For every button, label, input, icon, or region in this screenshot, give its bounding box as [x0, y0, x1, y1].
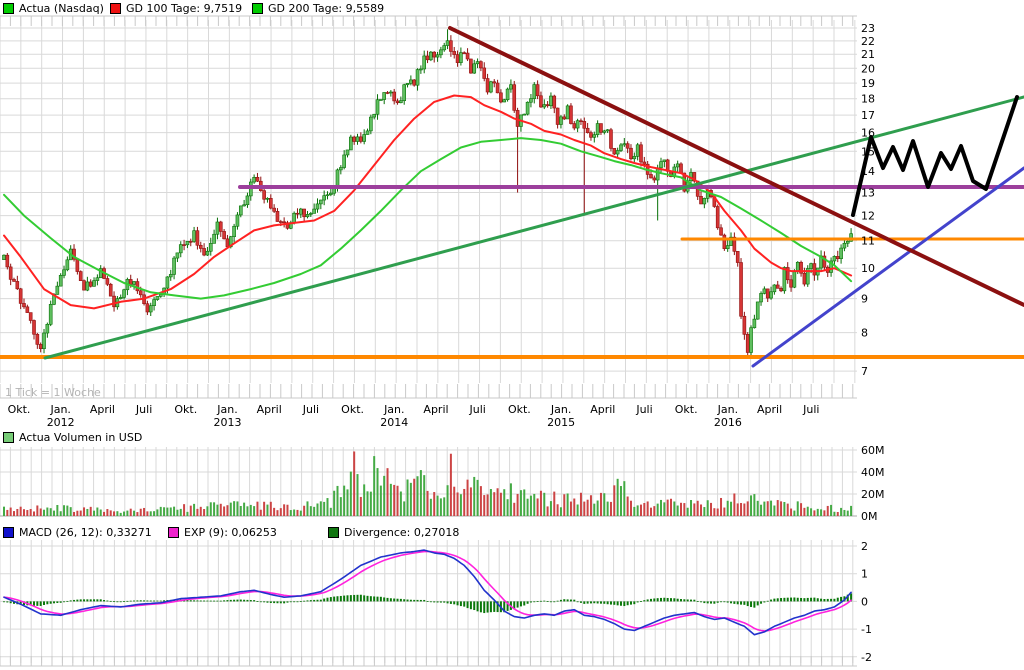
price-axis-label: 14: [861, 165, 875, 178]
time-axis-year-label: 2014: [380, 416, 408, 429]
time-axis-label: Juli: [802, 403, 819, 416]
price-axis-label: 20: [861, 62, 875, 75]
time-axis-label: Juli: [635, 403, 652, 416]
price-axis-label: 7: [861, 365, 868, 378]
time-axis-label: April: [590, 403, 615, 416]
price-axis-label: 21: [861, 48, 875, 61]
macd-axis-label: 1: [861, 568, 868, 581]
time-axis-year-label: 2012: [47, 416, 75, 429]
price-axis-label: 12: [861, 210, 875, 223]
time-axis-label: Okt.: [508, 403, 531, 416]
price-axis-label: 10: [861, 262, 875, 275]
macd-lines: [4, 550, 851, 635]
time-axis-label: Jan.: [383, 403, 404, 416]
chart-application: Actua (Nasdaq)GD 100 Tage: 9,7519GD 200 …: [0, 0, 1024, 670]
macd-signal-line: [4, 551, 851, 631]
time-axis-label: April: [257, 403, 282, 416]
time-axis-label: Jan.: [550, 403, 571, 416]
time-axis-label: April: [90, 403, 115, 416]
time-axis-label: April: [423, 403, 448, 416]
macd-axis-label: -1: [861, 623, 872, 636]
candlesticks: [3, 29, 853, 358]
uptrend-line: [45, 97, 1024, 358]
price-axis-label: 23: [861, 22, 875, 35]
volume-axis-label: 40M: [861, 466, 885, 479]
tick-note: 1 Tick = 1 Woche: [5, 386, 101, 399]
volume-axis-label: 20M: [861, 488, 885, 501]
macd-line: [4, 550, 851, 635]
time-axis-year-label: 2016: [714, 416, 742, 429]
macd-histogram: [3, 593, 852, 613]
price-axis-label: 22: [861, 35, 875, 48]
price-axis-label: 18: [861, 93, 875, 106]
stock-chart-canvas[interactable]: 232221201918171615141312111098760M40M20M…: [0, 0, 1024, 670]
volume-axis-label: 60M: [861, 444, 885, 457]
macd-axis-label: 2: [861, 540, 868, 553]
volume-axis-label: 0M: [861, 510, 878, 523]
time-axis-label: Okt.: [341, 403, 364, 416]
time-axis-label: Okt.: [8, 403, 31, 416]
time-axis-year-label: 2015: [547, 416, 575, 429]
price-axis-label: 8: [861, 327, 868, 340]
price-axis-label: 11: [861, 235, 875, 248]
time-axis-label: Juli: [469, 403, 486, 416]
price-axis-label: 19: [861, 77, 875, 90]
macd-axis-label: -2: [861, 651, 872, 664]
time-axis-label: Okt.: [174, 403, 197, 416]
time-axis-label: Juli: [135, 403, 152, 416]
price-axis-label: 15: [861, 145, 875, 158]
price-axis-label: 17: [861, 109, 875, 122]
time-axis-label: April: [757, 403, 782, 416]
projection-zigzag: [853, 97, 1017, 215]
grid-lines: [0, 20, 857, 663]
price-axis-label: 13: [861, 187, 875, 200]
time-axis-year-label: 2013: [214, 416, 242, 429]
macd-axis-label: 0: [861, 595, 868, 608]
time-axis-label: Okt.: [675, 403, 698, 416]
price-axis-label: 16: [861, 127, 875, 140]
time-axis-label: Jan.: [49, 403, 70, 416]
uptrend-line-2: [753, 168, 1024, 366]
time-axis-label: Juli: [302, 403, 319, 416]
time-axis-label: Jan.: [216, 403, 237, 416]
price-axis-label: 9: [861, 293, 868, 306]
volume-bars: [3, 451, 852, 516]
time-axis-label: Jan.: [717, 403, 738, 416]
